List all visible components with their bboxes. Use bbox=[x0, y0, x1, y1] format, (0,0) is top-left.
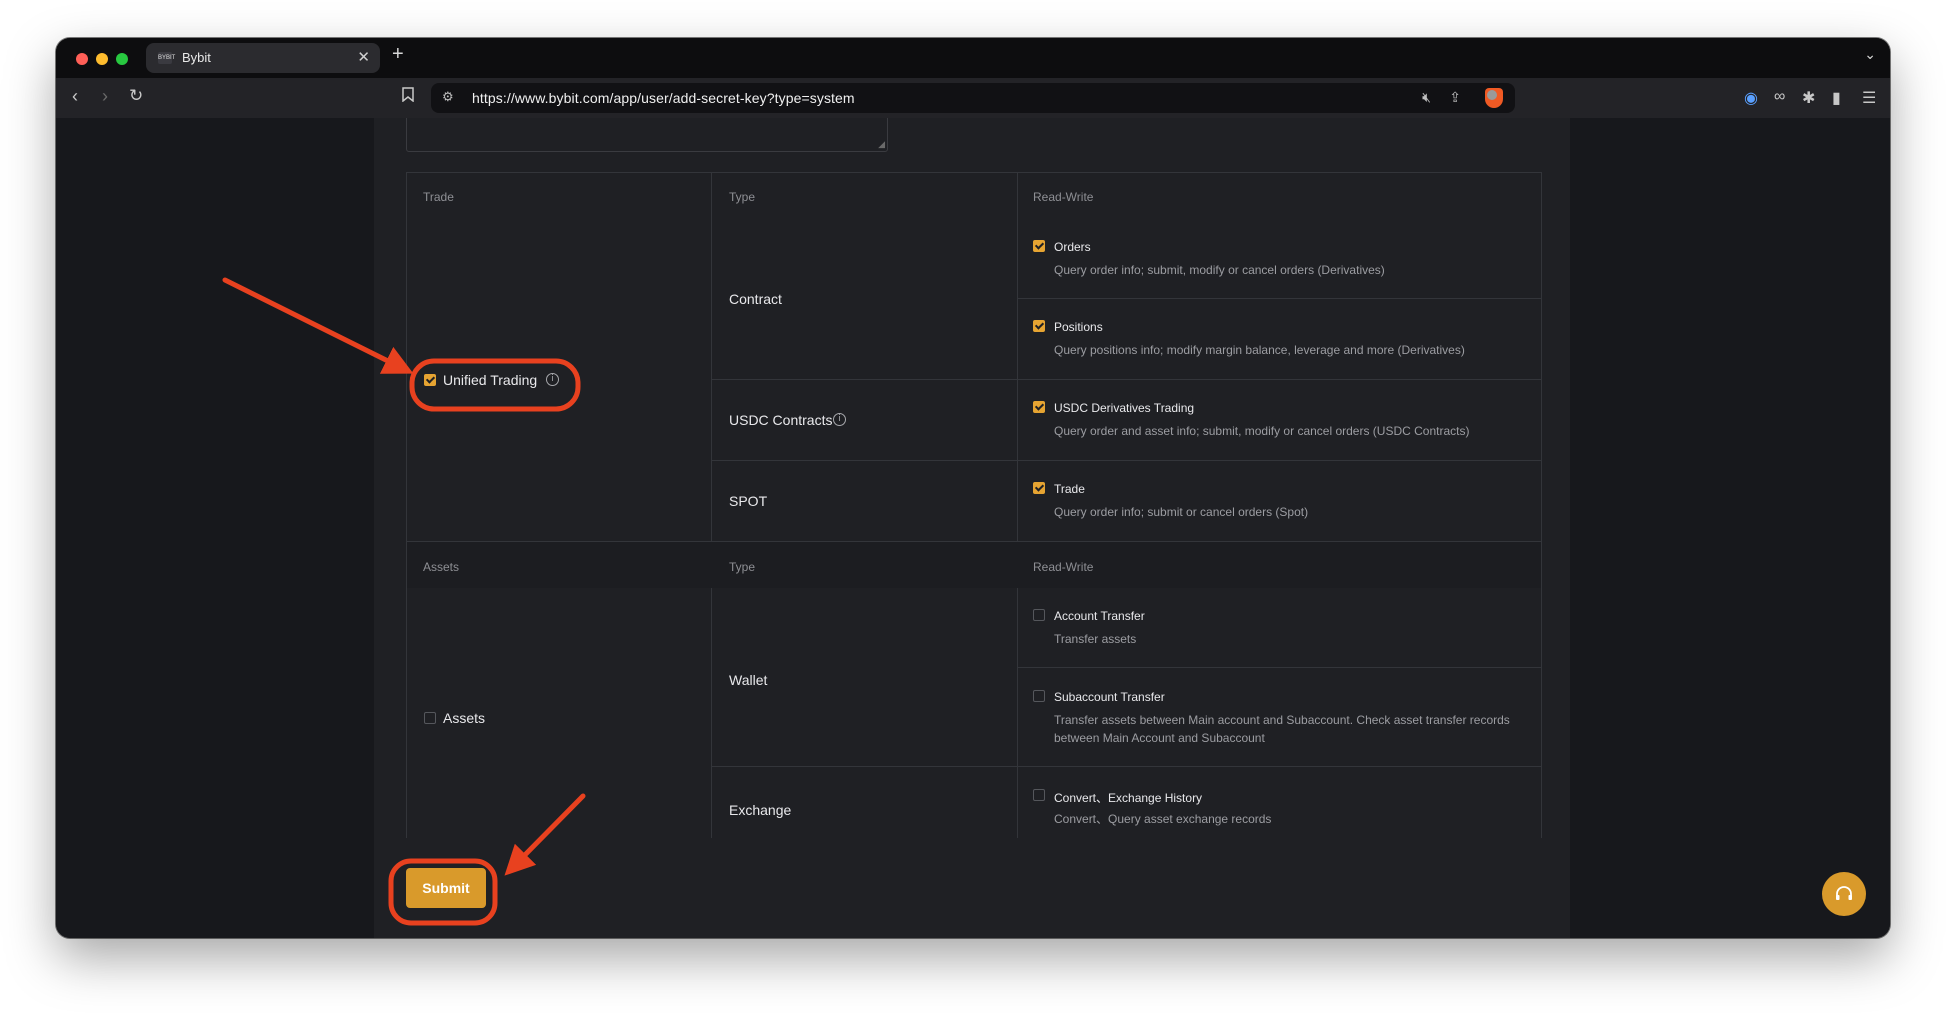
perm-positions-name[interactable]: Positions bbox=[1054, 320, 1103, 334]
tab-bybit[interactable]: BYBIT Bybit ✕ bbox=[146, 43, 380, 73]
trade-rw-header: Read-Write bbox=[1033, 190, 1094, 204]
type-contract: Contract bbox=[729, 291, 782, 307]
perm-subaccount-transfer-name[interactable]: Subaccount Transfer bbox=[1054, 690, 1165, 704]
tab-list-chevron-icon[interactable]: ⌄ bbox=[1864, 46, 1876, 63]
url-text[interactable]: https://www.bybit.com/app/user/add-secre… bbox=[472, 90, 855, 106]
address-bar[interactable]: ⚙ https://www.bybit.com/app/user/add-sec… bbox=[431, 83, 1515, 113]
page-viewport: ◢ Trade Type Read-Write Unified Trading … bbox=[56, 118, 1890, 938]
type-wallet: Wallet bbox=[729, 672, 768, 688]
col-divider bbox=[711, 172, 712, 542]
shields-badge bbox=[1487, 90, 1497, 100]
perm-convert-name[interactable]: Convert、Exchange History bbox=[1054, 789, 1202, 806]
headset-icon bbox=[1836, 886, 1852, 900]
row-divider bbox=[711, 460, 1542, 461]
perm-account-transfer-name[interactable]: Account Transfer bbox=[1054, 609, 1145, 623]
perm-account-transfer-desc: Transfer assets bbox=[1054, 632, 1137, 646]
site-settings-icon[interactable]: ⚙ bbox=[442, 89, 454, 105]
trade-group-header: Trade bbox=[423, 190, 454, 204]
speech-off-icon[interactable]: 🔇︎ bbox=[1422, 89, 1431, 106]
type-usdc-contracts: USDC Contracts bbox=[729, 412, 833, 428]
trade-type-header: Type bbox=[729, 190, 756, 204]
perm-subaccount-transfer-desc-1: Transfer assets between Main account and… bbox=[1054, 713, 1510, 727]
type-exchange: Exchange bbox=[729, 802, 792, 818]
close-tab-icon[interactable]: ✕ bbox=[357, 48, 370, 66]
notes-textarea[interactable]: ◢ bbox=[406, 118, 888, 152]
perm-convert-desc: Convert、Query asset exchange records bbox=[1054, 812, 1272, 826]
submit-button[interactable]: Submit bbox=[406, 868, 486, 908]
minimize-window-button[interactable] bbox=[96, 53, 108, 65]
orders-checkbox[interactable] bbox=[1033, 240, 1045, 252]
perm-spot-trade-name[interactable]: Trade bbox=[1054, 482, 1085, 496]
assets-rw-header: Read-Write bbox=[1033, 560, 1094, 574]
row-divider bbox=[1017, 298, 1542, 299]
perm-orders-desc: Query order info; submit, modify or canc… bbox=[1054, 263, 1385, 277]
extensions-icon[interactable]: ✱ bbox=[1802, 88, 1815, 108]
back-arrow-icon[interactable]: ‹ bbox=[72, 86, 78, 107]
brave-shields-icon[interactable] bbox=[1485, 88, 1503, 108]
subaccount-transfer-checkbox[interactable] bbox=[1033, 690, 1045, 702]
row-divider bbox=[711, 766, 1542, 767]
browser-toolbar: ‹ › ↻ ⚙ https://www.bybit.com/app/user/a… bbox=[56, 78, 1890, 118]
assets-type-header: Type bbox=[729, 560, 756, 574]
info-icon[interactable]: i bbox=[546, 373, 559, 386]
info-icon[interactable]: i bbox=[833, 413, 846, 426]
bybit-favicon-icon: BYBIT bbox=[158, 52, 175, 64]
password-manager-icon[interactable]: ◉ bbox=[1744, 88, 1758, 108]
incognito-icon[interactable]: ∞ bbox=[1774, 88, 1785, 106]
support-chat-button[interactable] bbox=[1822, 872, 1866, 916]
positions-checkbox[interactable] bbox=[1033, 320, 1045, 332]
unified-trading-label[interactable]: Unified Trading bbox=[443, 372, 537, 388]
account-transfer-checkbox[interactable] bbox=[1033, 609, 1045, 621]
close-window-button[interactable] bbox=[76, 53, 88, 65]
forward-arrow-icon[interactable]: › bbox=[102, 86, 108, 107]
perm-positions-desc: Query positions info; modify margin bala… bbox=[1054, 343, 1465, 357]
tab-bar: BYBIT Bybit ✕ + ⌄ bbox=[56, 38, 1890, 78]
unified-trading-checkbox[interactable] bbox=[424, 374, 436, 386]
assets-header-row bbox=[407, 542, 1541, 588]
reload-icon[interactable]: ↻ bbox=[129, 86, 143, 106]
menu-icon[interactable]: ☰ bbox=[1862, 88, 1876, 108]
tab-title: Bybit bbox=[182, 50, 211, 65]
resize-handle-icon[interactable]: ◢ bbox=[878, 139, 885, 150]
share-icon[interactable]: ⇪ bbox=[1449, 89, 1461, 106]
spot-trade-checkbox[interactable] bbox=[1033, 482, 1045, 494]
perm-usdc-desc: Query order and asset info; submit, modi… bbox=[1054, 424, 1470, 438]
perm-orders-name[interactable]: Orders bbox=[1054, 240, 1091, 254]
convert-exchange-checkbox[interactable] bbox=[1033, 789, 1045, 801]
sidebar-toggle-icon[interactable]: ▮ bbox=[1832, 88, 1841, 108]
maximize-window-button[interactable] bbox=[116, 53, 128, 65]
perm-usdc-name[interactable]: USDC Derivatives Trading bbox=[1054, 401, 1194, 415]
bookmark-icon[interactable] bbox=[402, 87, 414, 107]
perm-spot-trade-desc: Query order info; submit or cancel order… bbox=[1054, 505, 1309, 519]
assets-label[interactable]: Assets bbox=[443, 710, 485, 726]
new-tab-icon[interactable]: + bbox=[392, 43, 404, 66]
assets-group-header: Assets bbox=[423, 560, 460, 574]
perm-subaccount-transfer-desc-2: between Main Account and Subaccount bbox=[1054, 731, 1265, 745]
col-divider bbox=[1017, 172, 1018, 542]
usdc-derivatives-checkbox[interactable] bbox=[1033, 401, 1045, 413]
browser-window: BYBIT Bybit ✕ + ⌄ ‹ › ↻ ⚙ https://www.by… bbox=[56, 38, 1890, 938]
row-divider bbox=[1017, 667, 1542, 668]
assets-checkbox[interactable] bbox=[424, 712, 436, 724]
type-spot: SPOT bbox=[729, 493, 768, 509]
permissions-table: Trade Type Read-Write Unified Trading i … bbox=[406, 172, 1542, 838]
row-divider bbox=[711, 379, 1542, 380]
